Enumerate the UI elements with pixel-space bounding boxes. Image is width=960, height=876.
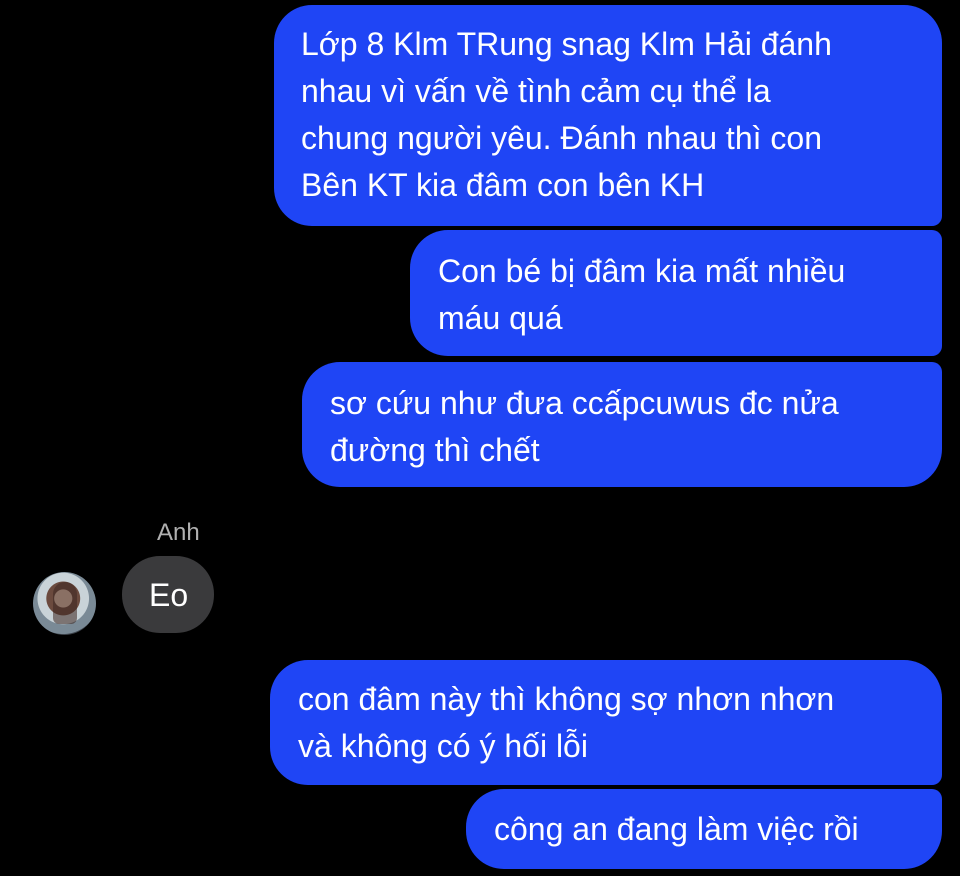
avatar[interactable] (33, 572, 96, 635)
outgoing-message-bubble[interactable]: con đâm này thì không sợ nhơn nhơn và kh… (270, 660, 942, 785)
sender-name: Anh (157, 519, 200, 546)
outgoing-message-bubble[interactable]: Lớp 8 Klm TRung snag Klm Hải đánh nhau v… (274, 5, 942, 226)
outgoing-message-bubble[interactable]: sơ cứu như đưa ccấpcuwus đc nửa đường th… (302, 362, 942, 487)
incoming-message-bubble[interactable]: Eo (122, 556, 215, 633)
outgoing-message-bubble[interactable]: Con bé bị đâm kia mất nhiều máu quá (410, 230, 942, 356)
outgoing-message-bubble[interactable]: công an đang làm việc rồi (466, 789, 942, 869)
